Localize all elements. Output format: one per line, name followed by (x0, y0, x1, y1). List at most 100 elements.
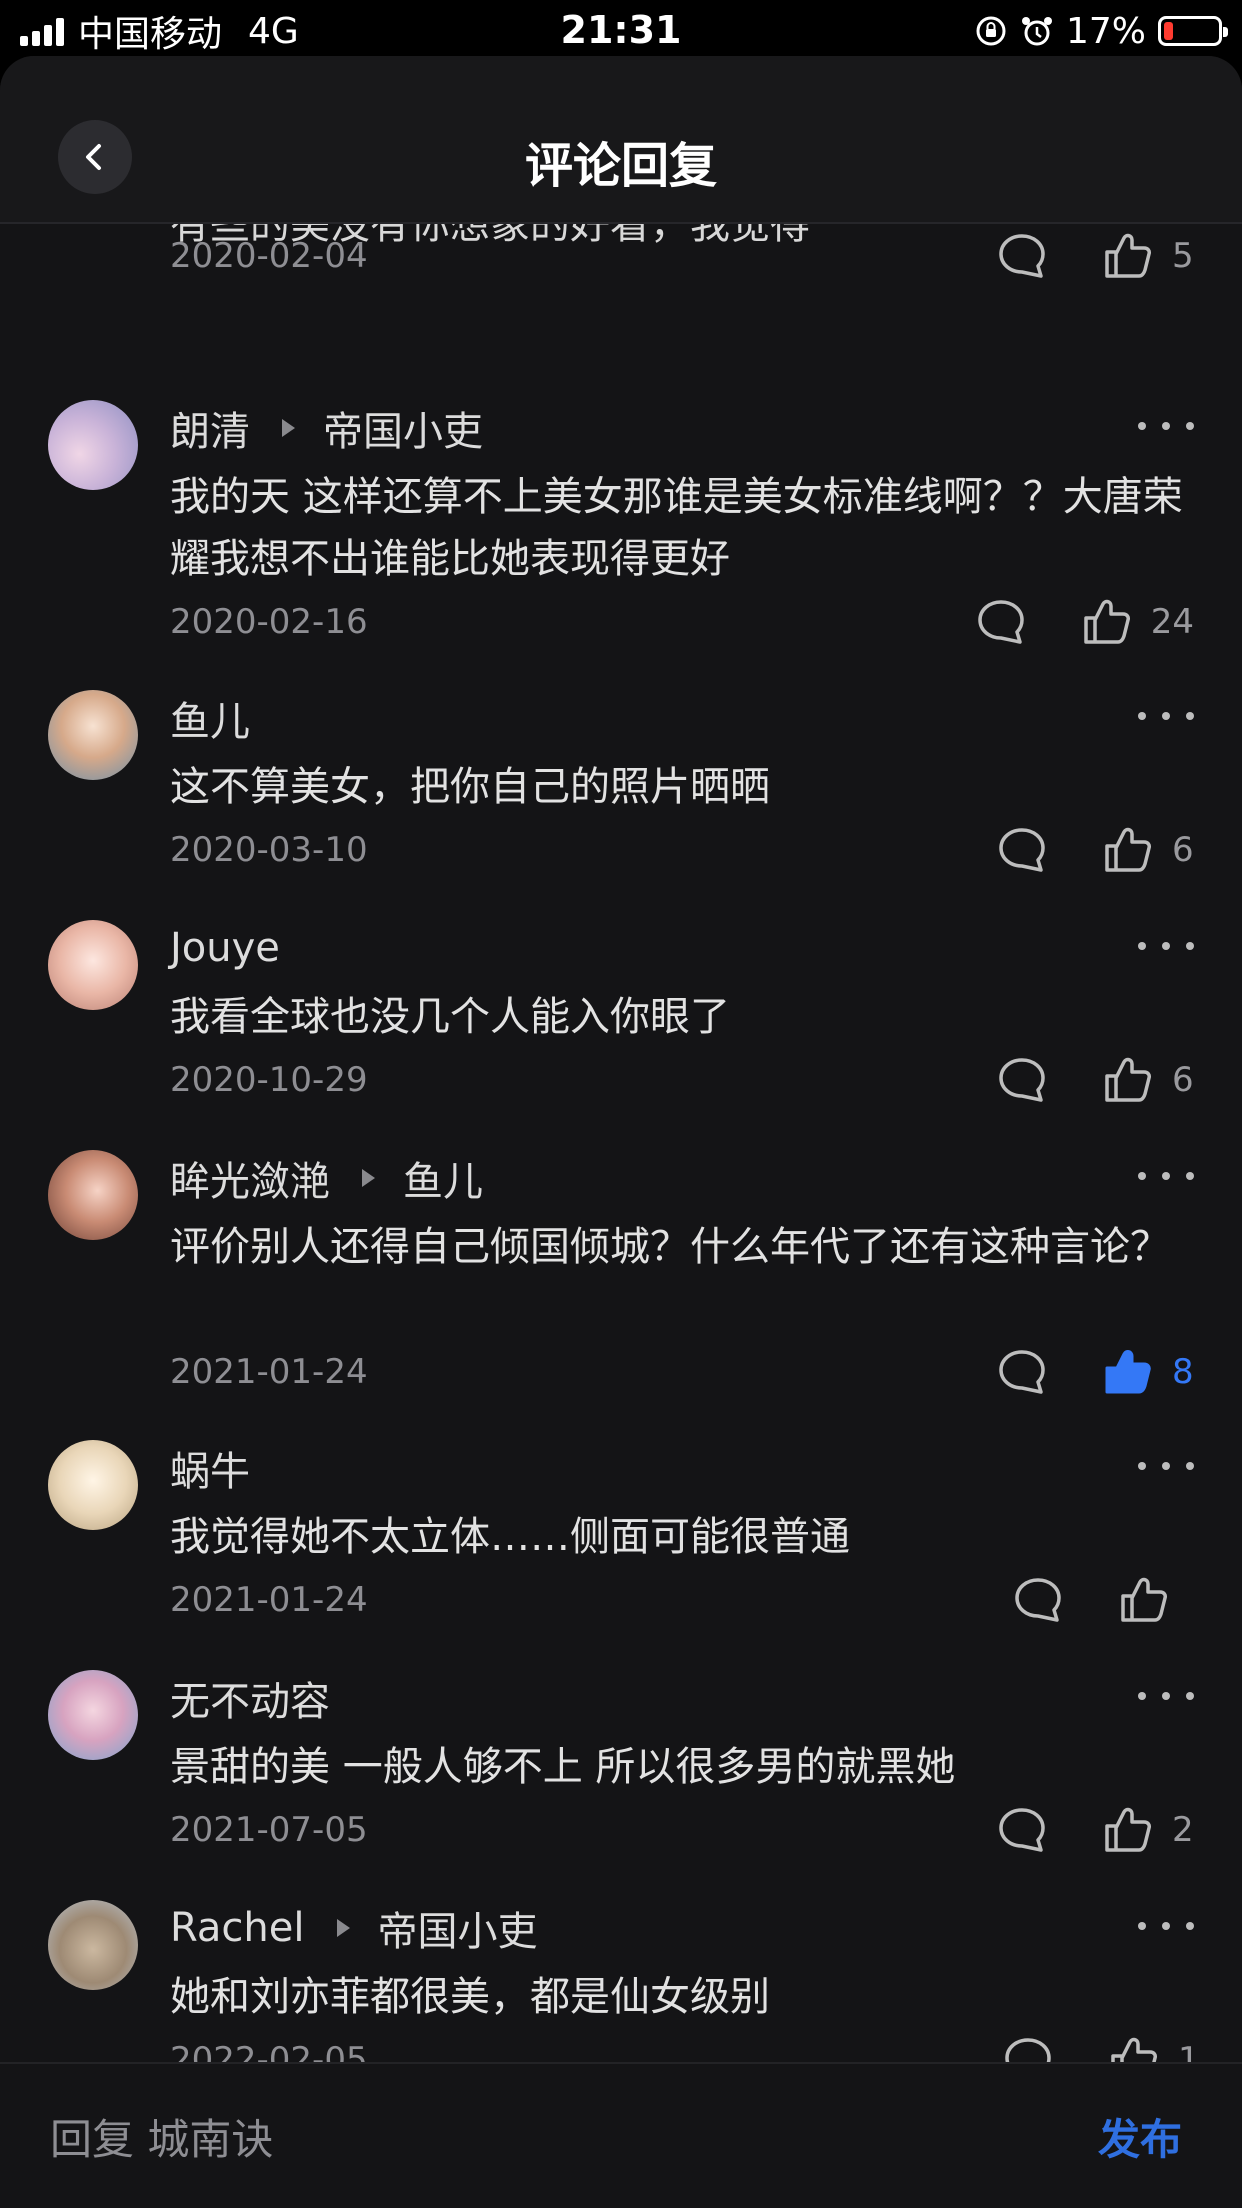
thumbs-up-icon[interactable] (1108, 2034, 1160, 2062)
commenter-name[interactable]: Rachel (170, 1905, 305, 1951)
avatar[interactable] (48, 1670, 138, 1760)
comment-header: Rachel 帝国小吏 (170, 1900, 538, 1956)
comment-text: 我觉得她不太立体……侧面可能很普通 (170, 1514, 850, 1560)
thumbs-up-filled-icon[interactable] (1102, 1346, 1154, 1398)
comment-date: 2020-03-10 (170, 830, 368, 870)
like-count: 6 (1172, 830, 1194, 870)
comment-actions: 1 (1002, 2030, 1200, 2062)
comment-item: 朗清 帝国小吏 我的天 这样还算不上美女那谁是美女标准线啊？？大唐荣耀我想不出谁… (0, 400, 1242, 644)
battery-percent: 17% (1065, 10, 1146, 52)
reply-bubble-icon[interactable] (1002, 2034, 1054, 2062)
header-bar: 评论回复 (0, 56, 1242, 224)
thumbs-up-icon[interactable] (1081, 596, 1133, 648)
reply-bar: 回复 城南诀 发布 (0, 2062, 1242, 2208)
reply-bubble-icon[interactable] (996, 1804, 1048, 1856)
comment-item: 蜗牛 我觉得她不太立体……侧面可能很普通 2021-01-24 (0, 1440, 1242, 1622)
comment-actions: 5 (996, 226, 1194, 286)
reply-bubble-icon[interactable] (975, 596, 1027, 648)
avatar[interactable] (48, 690, 138, 780)
comment-header: 朗清 帝国小吏 (170, 400, 483, 456)
comment-list[interactable]: 有些的美没有你想象的好看，我觉得 2020-02-04 5 朗清 帝国小吏 我的… (0, 224, 1242, 2062)
comment-item: 无不动容 景甜的美 一般人够不上 所以很多男的就黑她 2021-07-05 2 (0, 1670, 1242, 1852)
like-count: 5 (1172, 236, 1194, 276)
status-bar: 中国移动 4G 21:31 17% (0, 0, 1242, 62)
comment-date: 2021-01-24 (170, 1580, 368, 1620)
reply-bubble-icon[interactable] (996, 1346, 1048, 1398)
more-options-button[interactable] (1138, 1676, 1194, 1716)
comment-date: 2022-02-05 (170, 2040, 368, 2062)
comment-actions: 24 (975, 592, 1194, 652)
reply-arrow-icon (336, 1919, 350, 1937)
commenter-name[interactable]: 蜗牛 (170, 1439, 250, 1497)
commenter-name[interactable]: Jouye (170, 925, 280, 971)
battery-icon (1158, 16, 1228, 46)
avatar[interactable] (48, 1440, 138, 1530)
like-count: 8 (1172, 1352, 1194, 1392)
commenter-name[interactable]: 鱼儿 (170, 689, 250, 747)
comment-header: 鱼儿 (170, 690, 250, 746)
like-count: 24 (1150, 602, 1194, 642)
avatar[interactable] (48, 1900, 138, 1990)
comment-text: 我的天 这样还算不上美女那谁是美女标准线啊？？大唐荣耀我想不出谁能比她表现得更好 (170, 474, 1183, 582)
comment-header: 无不动容 (170, 1670, 330, 1726)
comment-header: 眸光潋滟 鱼儿 (170, 1150, 483, 1206)
more-options-button[interactable] (1138, 1156, 1194, 1196)
rotation-lock-icon (976, 16, 1006, 46)
comment-text: 景甜的美 一般人够不上 所以很多男的就黑她 (170, 1744, 956, 1790)
alarm-icon (1021, 17, 1052, 46)
comment-actions: 2 (996, 1800, 1194, 1860)
comment-actions: 8 (996, 1342, 1194, 1402)
comment-header: 蜗牛 (170, 1440, 250, 1496)
more-options-button[interactable] (1138, 926, 1194, 966)
send-button[interactable]: 发布 (1098, 2106, 1182, 2167)
reply-bubble-icon[interactable] (996, 824, 1048, 876)
comment-date: 2021-01-24 (170, 1352, 368, 1392)
comment-date: 2020-02-16 (170, 602, 368, 642)
reply-bubble-icon[interactable] (1012, 1574, 1064, 1626)
avatar[interactable] (48, 1150, 138, 1240)
reply-bubble-icon[interactable] (996, 1054, 1048, 1106)
battery-fill (1164, 22, 1173, 40)
reply-bubble-icon[interactable] (996, 230, 1048, 282)
reply-arrow-icon (362, 1169, 375, 1187)
comment-actions (1012, 1570, 1170, 1630)
status-right: 17% (974, 8, 1228, 54)
comment-actions: 6 (996, 820, 1194, 880)
reply-arrow-icon (282, 419, 295, 437)
reply-target-name[interactable]: 帝国小吏 (378, 1899, 538, 1957)
avatar[interactable] (48, 400, 138, 490)
like-count: 6 (1172, 1060, 1194, 1100)
commenter-name[interactable]: 朗清 (170, 399, 250, 457)
reply-target-name[interactable]: 帝国小吏 (323, 399, 483, 457)
comment-actions: 6 (996, 1050, 1194, 1110)
comment-item: 眸光潋滟 鱼儿 评价别人还得自己倾国倾城？什么年代了还有这种言论？ 2021-0… (0, 1150, 1242, 1394)
more-options-button[interactable] (1138, 406, 1194, 446)
comment-date: 2020-10-29 (170, 1060, 368, 1100)
comment-text: 她和刘亦菲都很美，都是仙女级别 (170, 1974, 770, 2020)
comment-item: 鱼儿 这不算美女，把你自己的照片晒晒 2020-03-10 6 (0, 690, 1242, 872)
comment-sheet: 评论回复 有些的美没有你想象的好看，我觉得 2020-02-04 5 朗清 帝国… (0, 56, 1242, 2208)
more-options-button[interactable] (1138, 1906, 1194, 1946)
comment-text: 评价别人还得自己倾国倾城？什么年代了还有这种言论？ (170, 1224, 1170, 1270)
thumbs-up-icon[interactable] (1102, 230, 1154, 282)
comment-header: Jouye (170, 920, 280, 976)
comment-text: 这不算美女，把你自己的照片晒晒 (170, 764, 770, 810)
comment-text: 我看全球也没几个人能入你眼了 (170, 994, 730, 1040)
comment-item: Jouye 我看全球也没几个人能入你眼了 2020-10-29 6 (0, 920, 1242, 1102)
thumbs-up-icon[interactable] (1102, 1054, 1154, 1106)
more-options-button[interactable] (1138, 696, 1194, 736)
thumbs-up-icon[interactable] (1102, 1804, 1154, 1856)
like-count: 1 (1178, 2040, 1200, 2062)
partial-comment: 有些的美没有你想象的好看，我觉得 2020-02-04 5 (0, 224, 1242, 324)
thumbs-up-icon[interactable] (1118, 1574, 1170, 1626)
thumbs-up-icon[interactable] (1102, 824, 1154, 876)
avatar[interactable] (48, 920, 138, 1010)
page-title: 评论回复 (524, 138, 717, 194)
commenter-name[interactable]: 眸光潋滟 (170, 1149, 330, 1207)
comment-date: 2020-02-04 (170, 236, 368, 276)
reply-input[interactable]: 回复 城南诀 (50, 2106, 273, 2167)
more-options-button[interactable] (1138, 1446, 1194, 1486)
like-count: 2 (1172, 1810, 1194, 1850)
commenter-name[interactable]: 无不动容 (170, 1669, 330, 1727)
reply-target-name[interactable]: 鱼儿 (403, 1149, 483, 1207)
